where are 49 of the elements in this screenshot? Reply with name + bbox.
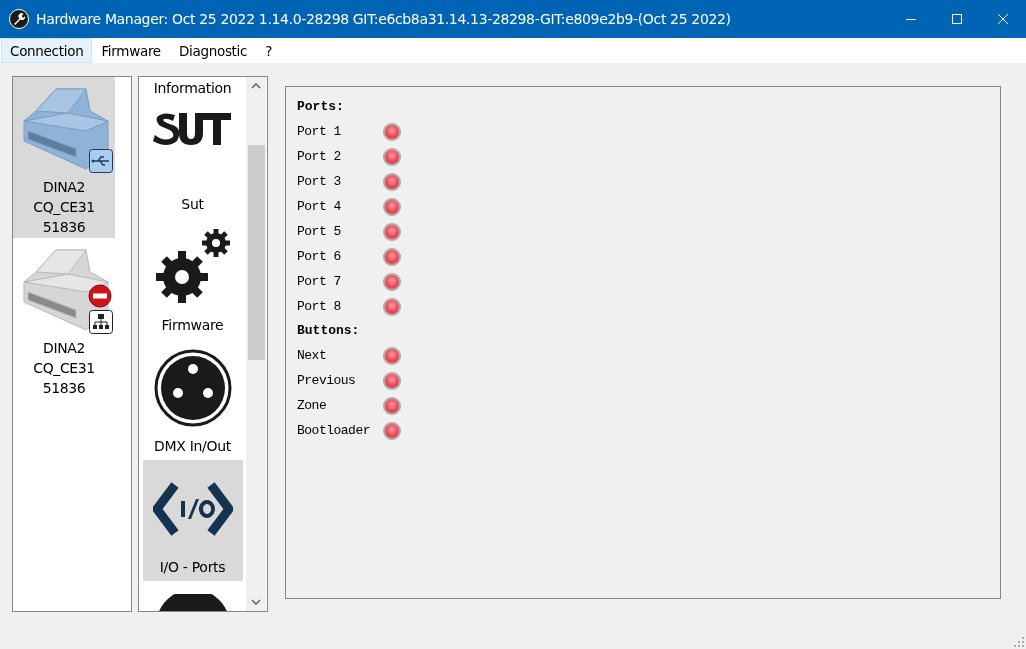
gears-icon <box>153 229 232 305</box>
chevron-up-icon[interactable] <box>251 83 261 89</box>
chevron-down-icon[interactable] <box>251 599 261 605</box>
module-item[interactable]: I/O - Ports <box>142 460 243 581</box>
io-icon <box>152 481 233 537</box>
module-item[interactable]: Firmware <box>142 218 243 339</box>
module-item[interactable]: Sut <box>142 97 243 218</box>
device-label: DINA2 <box>43 178 85 197</box>
device-label: 51836 <box>42 218 86 237</box>
xlr-connector-icon <box>153 349 232 427</box>
io-label: Port 7 <box>297 274 342 289</box>
device-item[interactable]: DINA2 CQ_CE31 51836 <box>13 238 115 399</box>
menu-item[interactable]: ? <box>256 38 282 63</box>
module-item[interactable]: DMX In/Out <box>142 339 243 460</box>
menu-item[interactable]: Diagnostic <box>169 38 257 63</box>
io-label: Port 2 <box>297 149 342 164</box>
io-label: Next <box>297 348 328 363</box>
module-label: I/O - Ports <box>159 558 226 576</box>
window-title: Hardware Manager: Oct 25 2022 1.14.0-28298 GIT:e6cb8a31.14.13-28298-GIT:e809e2b9-(Oct 25 2022) <box>36 11 732 27</box>
module-label: Information <box>153 79 232 97</box>
resize-grip-icon[interactable] <box>1014 637 1024 647</box>
module-label: Sut <box>181 195 204 213</box>
close-icon[interactable] <box>998 14 1008 24</box>
io-label: Port 8 <box>297 299 342 314</box>
wrench-icon <box>9 9 29 29</box>
menu-item[interactable]: Firmware <box>92 38 170 63</box>
scrollbar-thumb[interactable] <box>247 145 265 360</box>
maximize-icon[interactable] <box>952 14 962 24</box>
scrollbar[interactable] <box>246 77 266 611</box>
device-label: 51836 <box>42 379 86 398</box>
module-label: DMX In/Out <box>154 437 231 455</box>
io-label: Bootloader <box>297 423 371 438</box>
module-label: Firmware <box>161 316 224 334</box>
device-label: DINA2 <box>43 339 85 358</box>
device-label: CQ_CE31 <box>33 198 95 217</box>
io-label: Port 1 <box>297 124 342 139</box>
device-item[interactable]: DINA2 CQ_CE31 51836 <box>13 77 115 238</box>
sut-logo-icon <box>152 111 233 147</box>
menu-item[interactable]: Connection <box>1 38 93 63</box>
io-label: Zone <box>297 398 328 413</box>
io-label: Previous <box>297 373 357 388</box>
io-label: Port 6 <box>297 249 342 264</box>
io-label: Port 5 <box>297 224 342 239</box>
device-label: CQ_CE31 <box>33 359 95 378</box>
module-item[interactable]: Information <box>142 77 243 97</box>
section-heading: Buttons: <box>297 322 361 340</box>
io-label: Port 3 <box>297 174 342 189</box>
io-label: Port 4 <box>297 199 342 214</box>
section-heading: Ports: <box>297 98 345 116</box>
